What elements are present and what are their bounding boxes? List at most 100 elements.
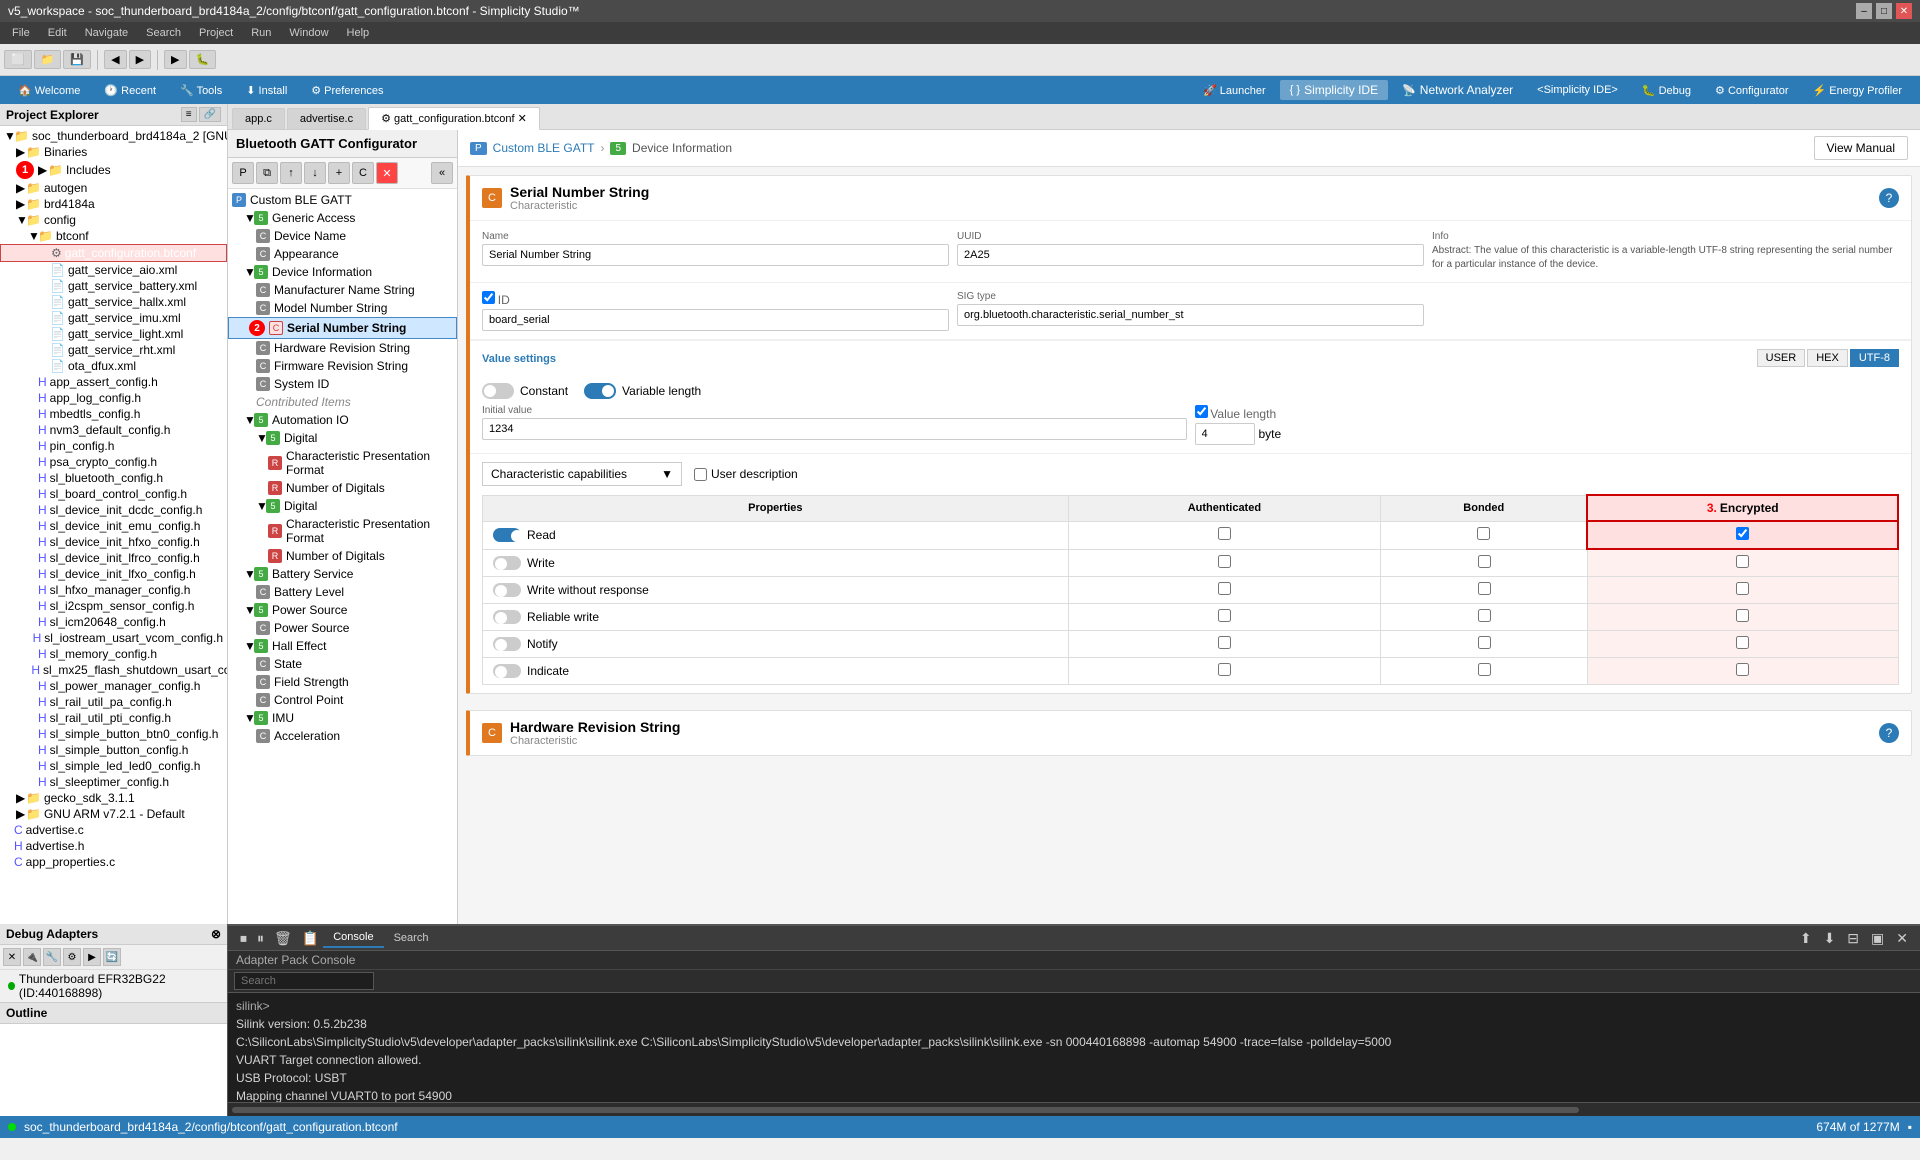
notify-auth-checkbox[interactable]: [1218, 636, 1231, 649]
constant-toggle[interactable]: [482, 383, 514, 399]
tree-sl-led[interactable]: Hsl_simple_led_led0_config.h: [0, 758, 227, 774]
write-encrypted-checkbox[interactable]: [1736, 555, 1749, 568]
wnr-auth-checkbox[interactable]: [1218, 582, 1231, 595]
value-tab-user[interactable]: USER: [1757, 349, 1806, 367]
tree-advertise-h[interactable]: Hadvertise.h: [0, 838, 227, 854]
console-btn-1[interactable]: ⬆: [1796, 929, 1816, 948]
nav-tools[interactable]: 🔧 Tools: [170, 81, 232, 100]
gatt-state[interactable]: C State: [228, 655, 457, 673]
gatt-serial-num[interactable]: 2 C Serial Number String: [228, 317, 457, 339]
write-no-resp-toggle[interactable]: [493, 583, 521, 597]
tree-sl-rail-pti[interactable]: Hsl_rail_util_pti_config.h: [0, 710, 227, 726]
tree-sl-i2cspm[interactable]: Hsl_i2cspm_sensor_config.h: [0, 598, 227, 614]
gatt-battery-level[interactable]: C Battery Level: [228, 583, 457, 601]
tree-pin[interactable]: Hpin_config.h: [0, 438, 227, 454]
tree-app-properties[interactable]: Capp_properties.c: [0, 854, 227, 870]
tree-autogen[interactable]: ▶📁autogen: [0, 180, 227, 196]
maximize-button[interactable]: □: [1876, 3, 1892, 19]
read-encrypted-checkbox[interactable]: [1736, 527, 1749, 540]
variable-length-toggle[interactable]: [584, 383, 616, 399]
nav-install[interactable]: ⬇ Install: [236, 81, 297, 100]
nav-simplicity-ide[interactable]: { } Simplicity IDE: [1280, 80, 1388, 100]
gatt-imu[interactable]: ▼ 5 IMU: [228, 709, 457, 727]
nav-debug[interactable]: 🐛 Debug: [1632, 81, 1701, 100]
gatt-down-btn[interactable]: ↓: [304, 162, 326, 184]
gatt-device-name[interactable]: C Device Name: [228, 227, 457, 245]
tab-app-c[interactable]: app.c: [232, 108, 285, 129]
gatt-num-digitals-2[interactable]: R Number of Digitals: [228, 547, 457, 565]
toolbar-back-btn[interactable]: ◀: [104, 50, 126, 69]
wnr-encrypted-checkbox[interactable]: [1736, 582, 1749, 595]
tree-binaries[interactable]: ▶📁Binaries: [0, 144, 227, 160]
gatt-hall-effect[interactable]: ▼ 5 Hall Effect: [228, 637, 457, 655]
tree-gatt-battery[interactable]: 📄gatt_service_battery.xml: [0, 278, 227, 294]
toolbar-forward-btn[interactable]: ▶: [129, 50, 151, 69]
console-output[interactable]: silink> Silink version: 0.5.2b238 C:\Sil…: [228, 993, 1920, 1102]
debug-btn-1[interactable]: ✕: [3, 948, 21, 966]
id-checkbox[interactable]: [482, 291, 495, 304]
read-auth-checkbox[interactable]: [1218, 527, 1231, 540]
console-btn-5[interactable]: ✕: [1892, 929, 1912, 948]
tree-gatt-config[interactable]: ⚙ gatt_configuration.btconf: [0, 244, 227, 262]
toolbar-open-btn[interactable]: 📁: [34, 50, 62, 69]
notify-toggle[interactable]: [493, 637, 521, 651]
gatt-mfr-name[interactable]: C Manufacturer Name String: [228, 281, 457, 299]
debug-btn-2[interactable]: 🔌: [23, 948, 41, 966]
debug-adapters-icon[interactable]: ⊗: [211, 927, 221, 941]
notify-bonded-checkbox[interactable]: [1478, 636, 1491, 649]
tree-advertise-c[interactable]: Cadvertise.c: [0, 822, 227, 838]
tree-sl-dcdc[interactable]: Hsl_device_init_dcdc_config.h: [0, 502, 227, 518]
read-bonded-checkbox[interactable]: [1477, 527, 1490, 540]
tree-root[interactable]: ▼ 📁 soc_thunderboard_brd4184a_2 [GNU ARM…: [0, 128, 227, 144]
tree-sl-hfxo[interactable]: Hsl_device_init_hfxo_config.h: [0, 534, 227, 550]
gatt-system-id[interactable]: C System ID: [228, 375, 457, 393]
name-input[interactable]: [482, 244, 949, 266]
indicate-toggle[interactable]: [493, 664, 521, 678]
menu-run[interactable]: Run: [243, 25, 279, 41]
rw-bonded-checkbox[interactable]: [1478, 609, 1491, 622]
menu-edit[interactable]: Edit: [40, 25, 75, 41]
char-caps-dropdown[interactable]: Characteristic capabilities ▼: [482, 462, 682, 486]
tree-app-assert[interactable]: Happ_assert_config.h: [0, 374, 227, 390]
tree-brd4184a[interactable]: ▶📁brd4184a: [0, 196, 227, 212]
menu-file[interactable]: File: [4, 25, 38, 41]
menu-window[interactable]: Window: [281, 25, 336, 41]
nav-energy-profiler[interactable]: ⚡ Energy Profiler: [1802, 81, 1912, 100]
console-btn-3[interactable]: ⊟: [1843, 929, 1863, 948]
gatt-appearance[interactable]: C Appearance: [228, 245, 457, 263]
uuid-input[interactable]: [957, 244, 1424, 266]
gatt-collapse-btn[interactable]: «: [431, 162, 453, 184]
tree-gatt-aio[interactable]: 📄gatt_service_aio.xml: [0, 262, 227, 278]
menu-search[interactable]: Search: [138, 25, 189, 41]
gatt-device-info[interactable]: ▼ 5 Device Information: [228, 263, 457, 281]
tree-sl-btn0[interactable]: Hsl_simple_button_btn0_config.h: [0, 726, 227, 742]
debug-btn-5[interactable]: ▶: [83, 948, 101, 966]
write-auth-checkbox[interactable]: [1218, 555, 1231, 568]
gatt-digital-2[interactable]: ▼ 5 Digital: [228, 497, 457, 515]
rw-encrypted-checkbox[interactable]: [1736, 609, 1749, 622]
tree-sl-rail-pa[interactable]: Hsl_rail_util_pa_config.h: [0, 694, 227, 710]
value-tab-utf8[interactable]: UTF-8: [1850, 349, 1899, 367]
tree-sl-iostream[interactable]: Hsl_iostream_usart_vcom_config.h: [0, 630, 227, 646]
minimize-button[interactable]: –: [1856, 3, 1872, 19]
nav-recent[interactable]: 🕐 Recent: [94, 81, 166, 100]
gatt-power-source-char[interactable]: C Power Source: [228, 619, 457, 637]
tree-sl-power[interactable]: Hsl_power_manager_config.h: [0, 678, 227, 694]
breadcrumb-root[interactable]: Custom BLE GATT: [493, 141, 595, 155]
gatt-power-source[interactable]: ▼ 5 Power Source: [228, 601, 457, 619]
pe-collapse-btn[interactable]: ≡: [181, 107, 197, 122]
sig-type-input[interactable]: [957, 304, 1424, 326]
gatt-generic-access[interactable]: ▼ 5 Generic Access: [228, 209, 457, 227]
tab-console[interactable]: Console: [323, 928, 383, 948]
tree-sl-bluetooth[interactable]: Hsl_bluetooth_config.h: [0, 470, 227, 486]
toolbar-debug-btn[interactable]: 🐛: [189, 50, 217, 69]
debug-btn-6[interactable]: 🔄: [103, 948, 121, 966]
bottom-tool-4[interactable]: 📋: [298, 929, 323, 948]
tree-mbedtls[interactable]: Hmbedtls_config.h: [0, 406, 227, 422]
nav-welcome[interactable]: 🏠 Welcome: [8, 81, 90, 100]
console-btn-4[interactable]: ▣: [1867, 929, 1888, 948]
gatt-add-service-btn[interactable]: P: [232, 162, 254, 184]
tree-sl-lfxo[interactable]: Hsl_device_init_lfxo_config.h: [0, 566, 227, 582]
gatt-fw-rev[interactable]: C Firmware Revision String: [228, 357, 457, 375]
gatt-acceleration[interactable]: C Acceleration: [228, 727, 457, 745]
